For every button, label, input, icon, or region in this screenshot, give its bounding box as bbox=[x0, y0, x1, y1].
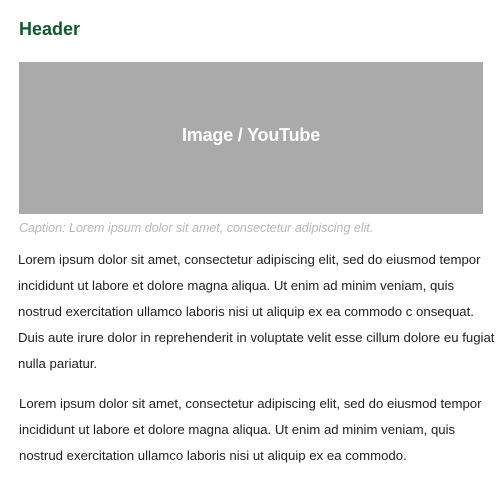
body-paragraph-2: Lorem ipsum dolor sit amet, consectetur … bbox=[19, 396, 482, 463]
article-page: Header Image / YouTube Caption: Lorem ip… bbox=[0, 0, 500, 500]
page-header: Header bbox=[19, 19, 81, 39]
media-caption: Caption: Lorem ipsum dolor sit amet, con… bbox=[19, 221, 374, 235]
media-placeholder-label: Image / YouTube bbox=[181, 124, 321, 145]
media-placeholder[interactable]: Image / YouTube bbox=[19, 62, 483, 214]
body-paragraph-1: Lorem ipsum dolor sit amet, consectetur … bbox=[18, 252, 495, 371]
